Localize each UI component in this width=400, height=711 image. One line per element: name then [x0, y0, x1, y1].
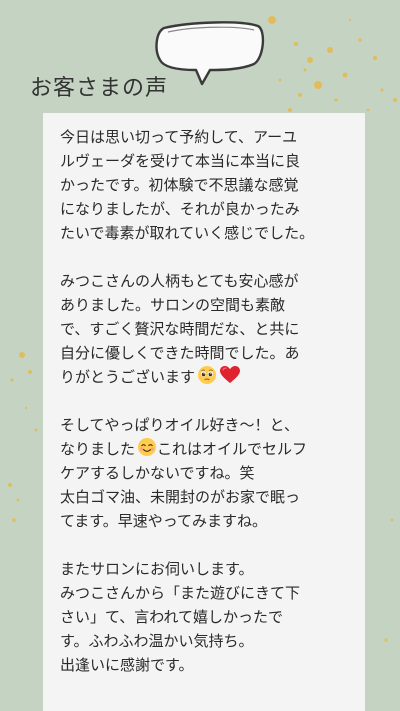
- text-line: で、すごく贅沢な時間だな、と共に: [60, 320, 300, 338]
- text-line: またサロンにお伺いします。: [60, 560, 254, 578]
- text-line: ありました。サロンの空間も素敵: [60, 296, 286, 314]
- text-fragment: りがとうございます: [60, 368, 196, 386]
- text-line: 今日は思い切って予約して、アーユ: [60, 128, 298, 146]
- text-fragment: なりました: [60, 440, 136, 458]
- pleading-face-icon: [198, 366, 217, 384]
- text-line: みつこさんから「また遊びにきて下: [60, 584, 301, 602]
- text-line: たいで毒素が取れていく感じでした。: [60, 224, 315, 242]
- text-line: ケアするしかないですね。笑: [60, 464, 255, 482]
- text-line: になりましたが、それが良かったみ: [60, 200, 300, 218]
- text-line: す。ふわふわ温かい気持ち。: [60, 632, 254, 650]
- text-line: 太白ゴマ油、未開封のがお家で眠っ: [60, 488, 301, 506]
- text-line-with-emoji: なりました これはオイルでセルフ: [60, 437, 355, 461]
- page-title: お客さまの声: [30, 76, 169, 101]
- text-line: 出逢いに感謝です。: [60, 656, 194, 674]
- testimonial-card: 今日は思い切って予約して、アーユ ルヴェーダを受けて本当に本当に良 かったです。…: [43, 113, 365, 711]
- text-line: かったです。初体験で不思議な感覚: [60, 176, 299, 194]
- text-line: そしてやっぱりオイル好き〜！と、: [60, 416, 299, 434]
- text-fragment: これはオイルでセルフ: [157, 440, 308, 458]
- testimonial-paragraph-1: 今日は思い切って予約して、アーユ ルヴェーダを受けて本当に本当に良 かったです。…: [60, 125, 355, 245]
- text-line: みつこさんの人柄もとても安心感が: [60, 272, 299, 290]
- text-line: さい」て、言われて嬉しかったで: [60, 608, 284, 626]
- testimonial-page: お客さまの声 今日は思い切って予約して、アーユ ルヴェーダを受けて本当に本当に良…: [0, 0, 400, 711]
- testimonial-paragraph-2: みつこさんの人柄もとても安心感が ありました。サロンの空間も素敵 で、すごく贅沢…: [60, 269, 355, 389]
- text-line: ルヴェーダを受けて本当に本当に良: [60, 152, 301, 170]
- testimonial-paragraph-4: またサロンにお伺いします。 みつこさんから「また遊びにきて下 さい」て、言われて…: [60, 557, 355, 677]
- red-heart-icon: [220, 366, 241, 383]
- text-line: 自分に優しくできた時間でした。あ: [60, 344, 300, 362]
- smiling-face-icon: [138, 438, 157, 456]
- text-line-with-emoji: りがとうございます: [60, 365, 355, 389]
- text-line: てます。早速やってみますね。: [60, 512, 268, 530]
- testimonial-paragraph-3: そしてやっぱりオイル好き〜！と、 なりました これはオイルでセルフ ケアするしか…: [60, 413, 355, 533]
